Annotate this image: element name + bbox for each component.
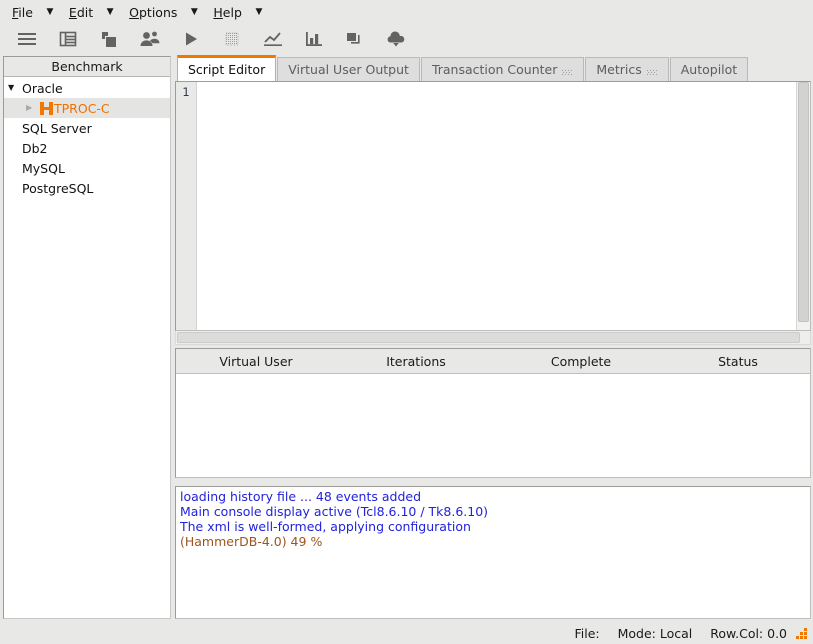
load-script-icon[interactable] [88, 26, 129, 52]
menu-options-arrow-icon[interactable]: ▼ [183, 7, 205, 17]
status-mode: Mode: Local [617, 626, 693, 641]
log-line: Main console display active (Tcl8.6.10 /… [180, 504, 489, 519]
sidebar-item-sql-server[interactable]: SQL Server [4, 118, 170, 138]
virtual-users-icon[interactable] [129, 26, 170, 52]
table-body [176, 374, 810, 477]
tab-bar: Script Editor Virtual User Output Transa… [175, 54, 811, 81]
table-header-row: Virtual User Iterations Complete Status [176, 349, 810, 374]
sidebar-item-label: PostgreSQL [22, 180, 94, 196]
sidebar-item-label: Oracle [22, 80, 63, 96]
tab-metrics[interactable]: Metrics [585, 57, 669, 81]
console-log-pane[interactable]: loading history file ... 48 events added… [175, 486, 811, 619]
resize-grip-icon[interactable] [795, 627, 809, 641]
menu-file-arrow-icon[interactable]: ▼ [39, 7, 61, 17]
status-rowcol: Row.Col: 0.0 [710, 626, 787, 641]
hammerdb-logo-icon [40, 101, 53, 115]
sidebar-item-oracle[interactable]: ▼ Oracle [4, 78, 170, 98]
sidebar-item-tproc-c[interactable]: ▶ TPROC-C [4, 98, 170, 118]
script-editor-input[interactable] [197, 82, 796, 330]
scrollbar-thumb[interactable] [798, 82, 809, 323]
tab-virtual-user-output[interactable]: Virtual User Output [277, 57, 420, 81]
menu-help-label: Help [213, 4, 242, 20]
line-chart-icon[interactable] [252, 26, 293, 52]
sidebar-item-mysql[interactable]: MySQL [4, 158, 170, 178]
log-line: loading history file ... 48 events added [180, 489, 422, 504]
column-header-iterations[interactable]: Iterations [336, 354, 496, 369]
detach-icon[interactable] [646, 65, 658, 75]
tab-label: Transaction Counter [431, 62, 558, 77]
column-header-status[interactable]: Status [666, 354, 810, 369]
benchmark-tree: ▼ Oracle ▶ TPROC-C SQL Server Db2 MySQL … [4, 77, 170, 618]
sidebar-header: Benchmark [4, 57, 170, 77]
sidebar-item-label: SQL Server [22, 120, 92, 136]
scrollbar-thumb[interactable] [177, 332, 801, 343]
tab-script-editor[interactable]: Script Editor [177, 55, 277, 81]
toolbar [0, 24, 813, 54]
status-bar: File: Mode: Local Row.Col: 0.0 [0, 623, 813, 644]
detach-icon[interactable] [562, 65, 573, 75]
menu-options[interactable]: Options [125, 2, 181, 22]
chevron-down-icon[interactable]: ▼ [8, 84, 22, 92]
sidebar-item-label: TPROC-C [54, 100, 110, 116]
tab-label: Metrics [596, 62, 642, 77]
menu-file[interactable]: File [8, 2, 37, 22]
menu-bar: File ▼ Edit ▼ Options ▼ Help ▼ [0, 0, 813, 24]
editor-horizontal-scrollbar[interactable] [175, 331, 811, 345]
tab-label: Virtual User Output [288, 62, 409, 77]
tab-label: Autopilot [680, 62, 738, 77]
column-header-complete[interactable]: Complete [496, 354, 666, 369]
upload-cloud-icon[interactable] [375, 26, 416, 52]
menu-help-arrow-icon[interactable]: ▼ [248, 7, 270, 17]
editor-vertical-scrollbar[interactable] [796, 82, 810, 330]
chevron-right-icon[interactable]: ▶ [26, 104, 40, 112]
tab-autopilot[interactable]: Autopilot [669, 57, 749, 81]
right-panel: Script Editor Virtual User Output Transa… [175, 54, 811, 619]
hamburger-menu-icon[interactable] [6, 26, 47, 52]
cascade-windows-icon[interactable] [334, 26, 375, 52]
menu-edit-arrow-icon[interactable]: ▼ [99, 7, 121, 17]
menu-file-label: File [12, 4, 33, 20]
script-editor-pane: 1 [175, 81, 811, 331]
tab-transaction-counter[interactable]: Transaction Counter [420, 57, 585, 81]
sidebar-item-label: MySQL [22, 160, 65, 176]
main-body: Benchmark ▼ Oracle ▶ TPROC-C SQL Server [0, 54, 813, 623]
sidebar-item-postgresql[interactable]: PostgreSQL [4, 178, 170, 198]
sidebar-item-db2[interactable]: Db2 [4, 138, 170, 158]
line-number-gutter: 1 [176, 82, 197, 330]
benchmark-sidebar: Benchmark ▼ Oracle ▶ TPROC-C SQL Server [3, 56, 171, 619]
hammerdb-window: File ▼ Edit ▼ Options ▼ Help ▼ Benchmark… [0, 0, 813, 644]
tab-label: Script Editor [188, 62, 266, 77]
status-file: File: [574, 626, 600, 641]
grid-icon[interactable] [47, 26, 88, 52]
menu-options-label: Options [129, 4, 178, 20]
sidebar-item-label: Db2 [22, 140, 48, 156]
column-header-virtual-user[interactable]: Virtual User [176, 354, 336, 369]
menu-edit[interactable]: Edit [65, 2, 97, 22]
menu-edit-label: Edit [68, 4, 94, 20]
log-line: The xml is well-formed, applying configu… [180, 519, 471, 534]
log-line-prompt: (HammerDB-4.0) 49 % [180, 534, 323, 549]
menu-help[interactable]: Help [209, 2, 246, 22]
line-number: 1 [182, 85, 190, 99]
virtual-user-table: Virtual User Iterations Complete Status [175, 348, 811, 478]
bar-chart-icon[interactable] [293, 26, 334, 52]
play-icon[interactable] [170, 26, 211, 52]
stop-icon[interactable] [211, 26, 252, 52]
